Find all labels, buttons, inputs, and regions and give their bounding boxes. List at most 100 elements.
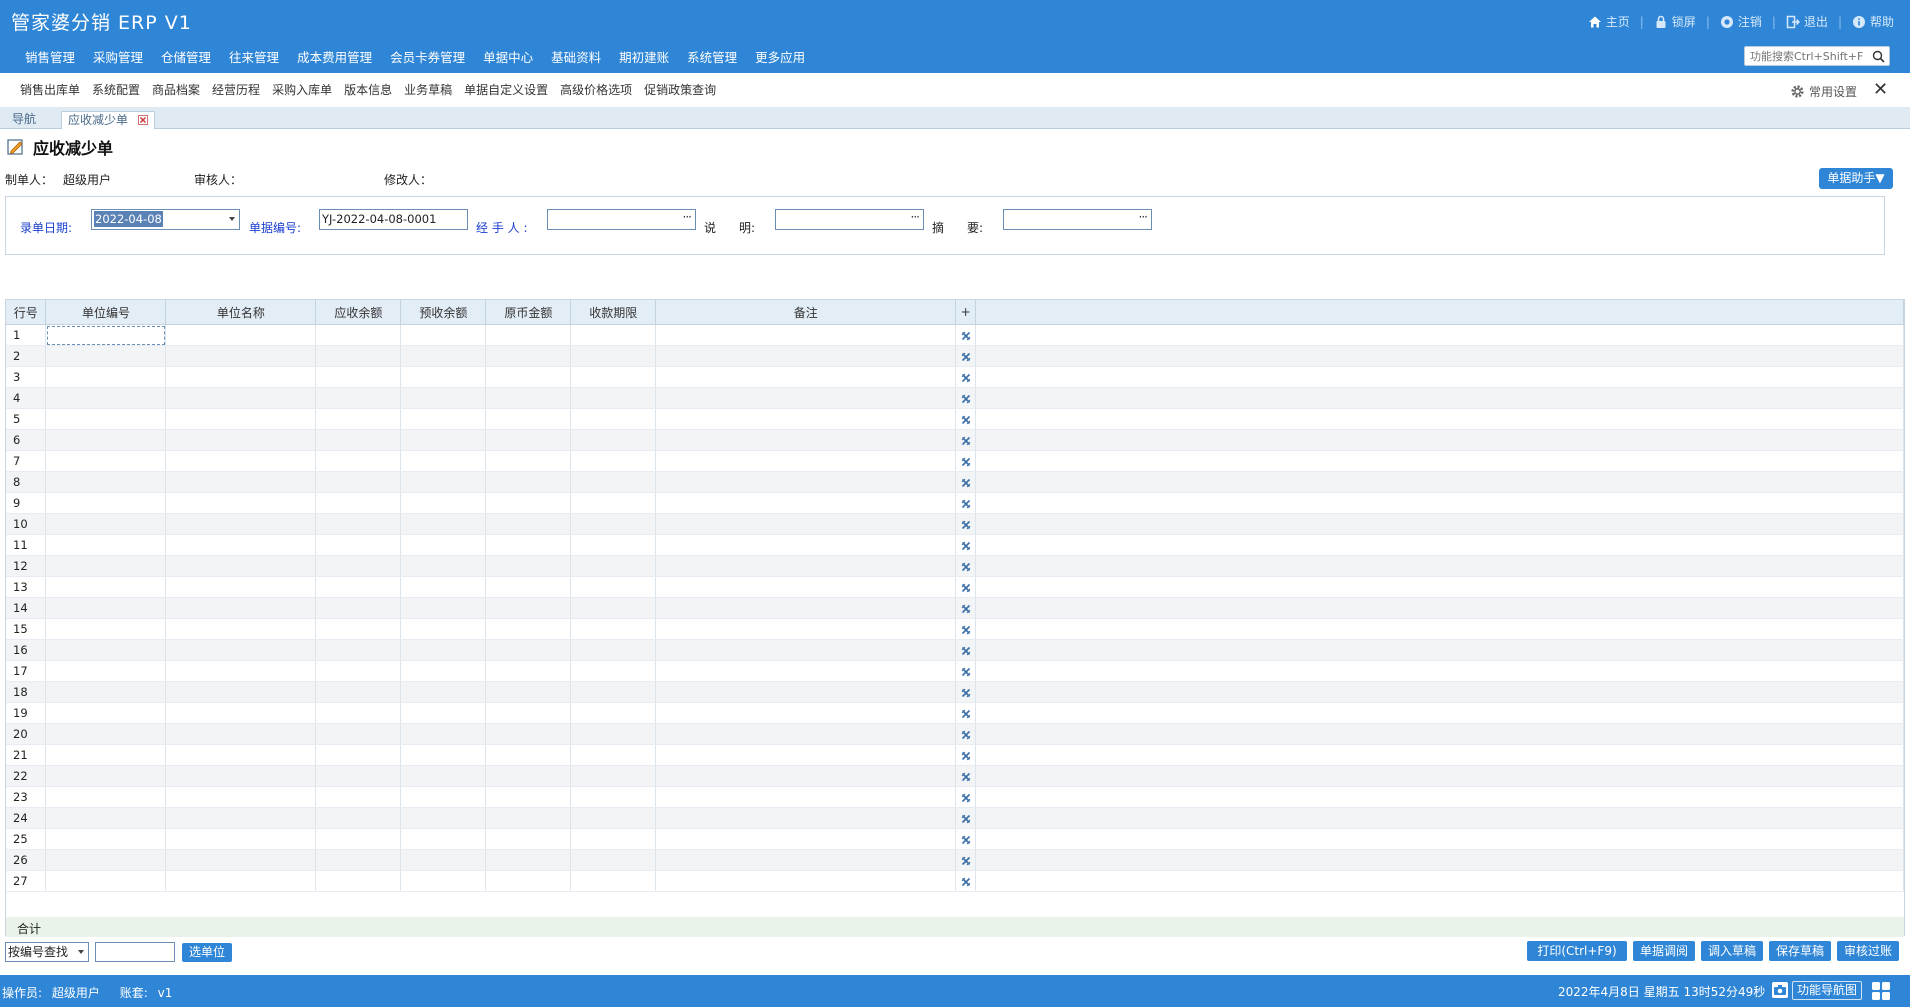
receivable-balance-cell[interactable]	[315, 345, 402, 367]
due-date-cell[interactable]	[570, 429, 657, 451]
lookup-mode-select[interactable]: 按编号查找	[5, 942, 89, 962]
unit-code-cell[interactable]	[45, 849, 167, 871]
due-date-cell[interactable]	[570, 492, 657, 514]
due-date-cell[interactable]	[570, 870, 657, 892]
receivable-balance-cell[interactable]	[315, 555, 402, 577]
due-date-cell[interactable]	[570, 765, 657, 787]
remarks-cell[interactable]	[655, 870, 957, 892]
receivable-balance-cell[interactable]	[315, 870, 402, 892]
advance-balance-cell[interactable]	[400, 681, 487, 703]
tab-receivable-decrease[interactable]: 应收减少单	[61, 111, 155, 129]
delete-row-cell[interactable]	[955, 597, 977, 619]
delete-row-cell[interactable]	[955, 555, 977, 577]
due-date-cell[interactable]	[570, 576, 657, 598]
date-input[interactable]: 2022-04-08	[91, 209, 240, 230]
original-amount-cell[interactable]	[485, 807, 572, 829]
delete-row-cell[interactable]	[955, 345, 977, 367]
col-unit-name[interactable]: 单位名称	[165, 300, 317, 325]
receivable-balance-cell[interactable]	[315, 492, 402, 514]
delete-row-icon[interactable]	[961, 709, 971, 719]
original-amount-cell[interactable]	[485, 534, 572, 556]
remarks-cell[interactable]	[655, 744, 957, 766]
quick-link-version[interactable]: 版本信息	[344, 81, 392, 98]
receivable-balance-cell[interactable]	[315, 639, 402, 661]
unit-name-cell[interactable]	[165, 345, 317, 367]
due-date-cell[interactable]	[570, 849, 657, 871]
delete-row-cell[interactable]	[955, 576, 977, 598]
original-amount-cell[interactable]	[485, 450, 572, 472]
unit-code-cell[interactable]	[45, 450, 167, 472]
remarks-cell[interactable]	[655, 807, 957, 829]
unit-code-cell[interactable]	[45, 576, 167, 598]
remarks-cell[interactable]	[655, 366, 957, 388]
delete-row-icon[interactable]	[961, 667, 971, 677]
due-date-cell[interactable]	[570, 345, 657, 367]
unit-code-cell[interactable]	[45, 744, 167, 766]
save-draft-button[interactable]: 保存草稿	[1769, 941, 1831, 961]
unit-code-cell[interactable]	[45, 786, 167, 808]
exit-link[interactable]: 退出	[1786, 13, 1828, 30]
quick-link-price-options[interactable]: 高级价格选项	[560, 81, 632, 98]
receivable-balance-cell[interactable]	[315, 366, 402, 388]
unit-name-cell[interactable]	[165, 828, 317, 850]
unit-code-cell[interactable]	[45, 681, 167, 703]
unit-code-cell[interactable]	[45, 660, 167, 682]
load-draft-button[interactable]: 调入草稿	[1701, 941, 1763, 961]
add-column-button[interactable]: +	[955, 300, 977, 325]
nav-more-apps[interactable]: 更多应用	[755, 47, 805, 66]
delete-row-icon[interactable]	[961, 835, 971, 845]
receivable-balance-cell[interactable]	[315, 681, 402, 703]
delete-row-icon[interactable]	[961, 856, 971, 866]
delete-row-cell[interactable]	[955, 849, 977, 871]
receivable-balance-cell[interactable]	[315, 723, 402, 745]
original-amount-cell[interactable]	[485, 345, 572, 367]
lock-link[interactable]: 锁屏	[1654, 13, 1696, 30]
delete-row-cell[interactable]	[955, 534, 977, 556]
tab-close-icon[interactable]	[137, 115, 148, 125]
quick-link-system-config[interactable]: 系统配置	[92, 81, 140, 98]
delete-row-icon[interactable]	[961, 688, 971, 698]
advance-balance-cell[interactable]	[400, 870, 487, 892]
unit-name-cell[interactable]	[165, 366, 317, 388]
doc-number-input[interactable]: YJ-2022-04-08-0001	[319, 209, 468, 230]
delete-row-icon[interactable]	[961, 751, 971, 761]
delete-row-icon[interactable]	[961, 562, 971, 572]
unit-code-cell[interactable]	[45, 702, 167, 724]
original-amount-cell[interactable]	[485, 870, 572, 892]
delete-row-cell[interactable]	[955, 744, 977, 766]
advance-balance-cell[interactable]	[400, 513, 487, 535]
advance-balance-cell[interactable]	[400, 765, 487, 787]
remarks-cell[interactable]	[655, 618, 957, 640]
receivable-balance-cell[interactable]	[315, 618, 402, 640]
col-unit-code[interactable]: 单位编号	[45, 300, 167, 325]
advance-balance-cell[interactable]	[400, 618, 487, 640]
advance-balance-cell[interactable]	[400, 450, 487, 472]
original-amount-cell[interactable]	[485, 366, 572, 388]
logout-link[interactable]: 注销	[1720, 13, 1762, 30]
delete-row-icon[interactable]	[961, 793, 971, 803]
unit-code-cell[interactable]	[45, 765, 167, 787]
remarks-cell[interactable]	[655, 660, 957, 682]
delete-row-icon[interactable]	[961, 331, 971, 341]
unit-code-cell[interactable]	[45, 324, 167, 346]
unit-code-cell[interactable]	[45, 870, 167, 892]
more-icon[interactable]: ···	[911, 208, 921, 227]
unit-name-cell[interactable]	[165, 576, 317, 598]
original-amount-cell[interactable]	[485, 576, 572, 598]
original-amount-cell[interactable]	[485, 429, 572, 451]
quick-link-promotion[interactable]: 促销政策查询	[644, 81, 716, 98]
receivable-balance-cell[interactable]	[315, 597, 402, 619]
unit-code-cell[interactable]	[45, 513, 167, 535]
original-amount-cell[interactable]	[485, 723, 572, 745]
delete-row-icon[interactable]	[961, 394, 971, 404]
delete-row-icon[interactable]	[961, 499, 971, 509]
delete-row-cell[interactable]	[955, 366, 977, 388]
unit-code-cell[interactable]	[45, 555, 167, 577]
chevron-down-icon[interactable]	[229, 217, 235, 221]
unit-name-cell[interactable]	[165, 324, 317, 346]
original-amount-cell[interactable]	[485, 597, 572, 619]
advance-balance-cell[interactable]	[400, 492, 487, 514]
unit-code-cell[interactable]	[45, 429, 167, 451]
unit-name-cell[interactable]	[165, 513, 317, 535]
due-date-cell[interactable]	[570, 744, 657, 766]
